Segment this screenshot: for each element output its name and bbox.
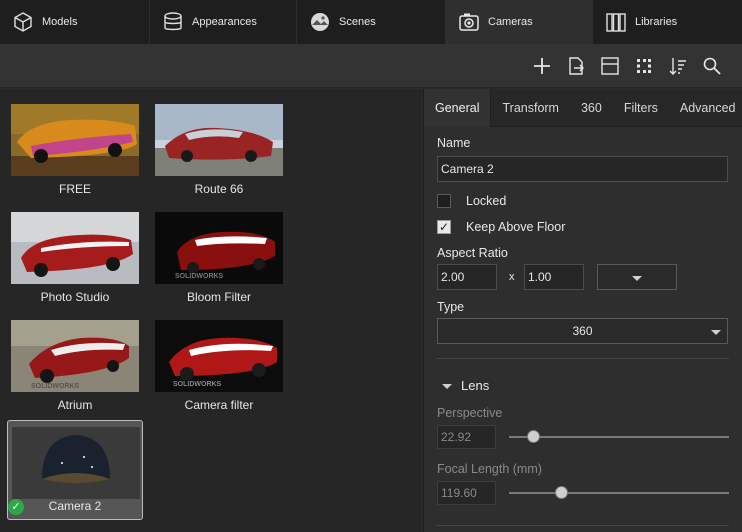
camera-card-label: FREE xyxy=(58,182,91,196)
search-icon[interactable] xyxy=(701,55,723,77)
focal-length-slider-knob[interactable] xyxy=(555,486,569,499)
camera-card-bloom-filter[interactable]: SOLIDWORKS Bloom Filter xyxy=(153,212,289,312)
checkmark-icon: ✓ xyxy=(438,220,450,234)
grid-view-icon[interactable] xyxy=(633,55,655,77)
scene-sphere-icon xyxy=(309,11,331,33)
properties-tab-bar: General Transform 360 Filters Advanced xyxy=(424,89,742,127)
lens-section-header[interactable]: Lens xyxy=(461,378,489,393)
name-field[interactable]: Camera 2 xyxy=(437,156,728,182)
add-icon[interactable] xyxy=(531,55,553,77)
camera-card-camera-filter[interactable]: SOLIDWORKS Camera filter xyxy=(153,320,289,420)
camera-thumbnail: SOLIDWORKS xyxy=(11,320,139,392)
focal-length-label: Focal Length (mm) xyxy=(437,462,542,476)
books-icon xyxy=(605,11,627,33)
divider xyxy=(436,358,729,359)
keep-above-floor-checkbox[interactable]: ✓ xyxy=(437,220,451,234)
aspect-height-field[interactable]: 1.00 xyxy=(524,264,584,290)
tab-scenes[interactable]: Scenes xyxy=(297,0,446,44)
aspect-ratio-label: Aspect Ratio xyxy=(437,246,508,260)
aspect-width-field[interactable]: 2.00 xyxy=(437,264,497,290)
camera-thumbnail xyxy=(155,104,283,176)
perspective-slider-track[interactable] xyxy=(509,430,729,443)
tab-appearances[interactable]: Appearances xyxy=(150,0,297,44)
type-value: 360 xyxy=(572,324,593,338)
export-icon[interactable] xyxy=(565,55,587,77)
tab-scenes-label: Scenes xyxy=(339,16,376,28)
camera-properties-panel: General Transform 360 Filters Advanced N… xyxy=(423,89,742,532)
camera-icon xyxy=(458,11,480,33)
type-label: Type xyxy=(437,300,465,314)
camera-card-label: Camera filter xyxy=(184,398,254,412)
tab-models[interactable]: Models xyxy=(0,0,150,44)
check-circle-icon: ✓ xyxy=(8,499,24,515)
locked-checkbox[interactable] xyxy=(437,194,451,208)
camera-thumbnail: SOLIDWORKS xyxy=(155,212,283,284)
camera-card-label: Bloom Filter xyxy=(186,290,251,304)
sort-icon[interactable] xyxy=(667,55,689,77)
tab-cameras[interactable]: Cameras xyxy=(446,0,593,44)
aspect-separator: x xyxy=(509,271,515,283)
camera-card-camera-2[interactable]: Camera 2 ✓ xyxy=(7,420,143,520)
tab-models-label: Models xyxy=(42,16,78,28)
collapse-caret-icon[interactable] xyxy=(442,384,452,389)
tab-appearances-label: Appearances xyxy=(192,16,257,28)
perspective-label: Perspective xyxy=(437,406,503,420)
type-dropdown[interactable]: 360 xyxy=(437,318,728,344)
locked-label: Locked xyxy=(466,194,507,208)
tab-360[interactable]: 360 xyxy=(570,89,613,127)
focal-length-field[interactable]: 119.60 xyxy=(437,481,496,505)
camera-thumbnail xyxy=(12,427,140,499)
camera-card-photo-studio[interactable]: Photo Studio xyxy=(9,212,145,312)
tab-transform[interactable]: Transform xyxy=(491,89,570,127)
tab-libraries-label: Libraries xyxy=(635,16,678,28)
camera-card-label: Camera 2 xyxy=(48,499,102,513)
tab-general[interactable]: General xyxy=(424,89,492,127)
camera-thumbnail xyxy=(11,212,139,284)
database-cylinder-icon xyxy=(162,11,184,33)
aspect-preset-dropdown[interactable] xyxy=(597,264,677,290)
keep-above-floor-label: Keep Above Floor xyxy=(466,220,566,234)
perspective-slider-knob[interactable] xyxy=(526,430,540,443)
tab-cameras-label: Cameras xyxy=(488,16,533,28)
camera-card-atrium[interactable]: SOLIDWORKS Atrium xyxy=(9,320,145,420)
camera-gallery: FREE Route 66 Photo Studio SOLIDWORKS Bl… xyxy=(0,89,422,532)
name-label: Name xyxy=(437,136,471,150)
toolbar xyxy=(0,44,742,88)
chevron-down-icon xyxy=(711,330,721,335)
camera-card-free[interactable]: FREE xyxy=(9,104,145,204)
camera-card-route-66[interactable]: Route 66 xyxy=(153,104,289,204)
split-view-icon[interactable] xyxy=(599,55,621,77)
tab-libraries[interactable]: Libraries xyxy=(593,0,742,44)
watermark-text: SOLIDWORKS xyxy=(173,381,222,388)
camera-card-label: Route 66 xyxy=(194,182,244,196)
chevron-down-icon xyxy=(632,276,642,281)
focal-length-slider-track[interactable] xyxy=(509,486,729,499)
watermark-text: SOLIDWORKS xyxy=(31,383,80,390)
perspective-field[interactable]: 22.92 xyxy=(437,425,496,449)
cube-icon xyxy=(12,11,34,33)
camera-thumbnail: SOLIDWORKS xyxy=(155,320,283,392)
camera-card-label: Atrium xyxy=(57,398,93,412)
tab-filters[interactable]: Filters xyxy=(613,89,669,127)
camera-card-label: Photo Studio xyxy=(40,290,110,304)
main-tab-bar: Models Appearances Scenes Cameras Librar… xyxy=(0,0,742,44)
camera-thumbnail xyxy=(11,104,139,176)
divider xyxy=(436,525,729,526)
watermark-text: SOLIDWORKS xyxy=(175,273,224,280)
tab-advanced[interactable]: Advanced xyxy=(669,89,742,127)
